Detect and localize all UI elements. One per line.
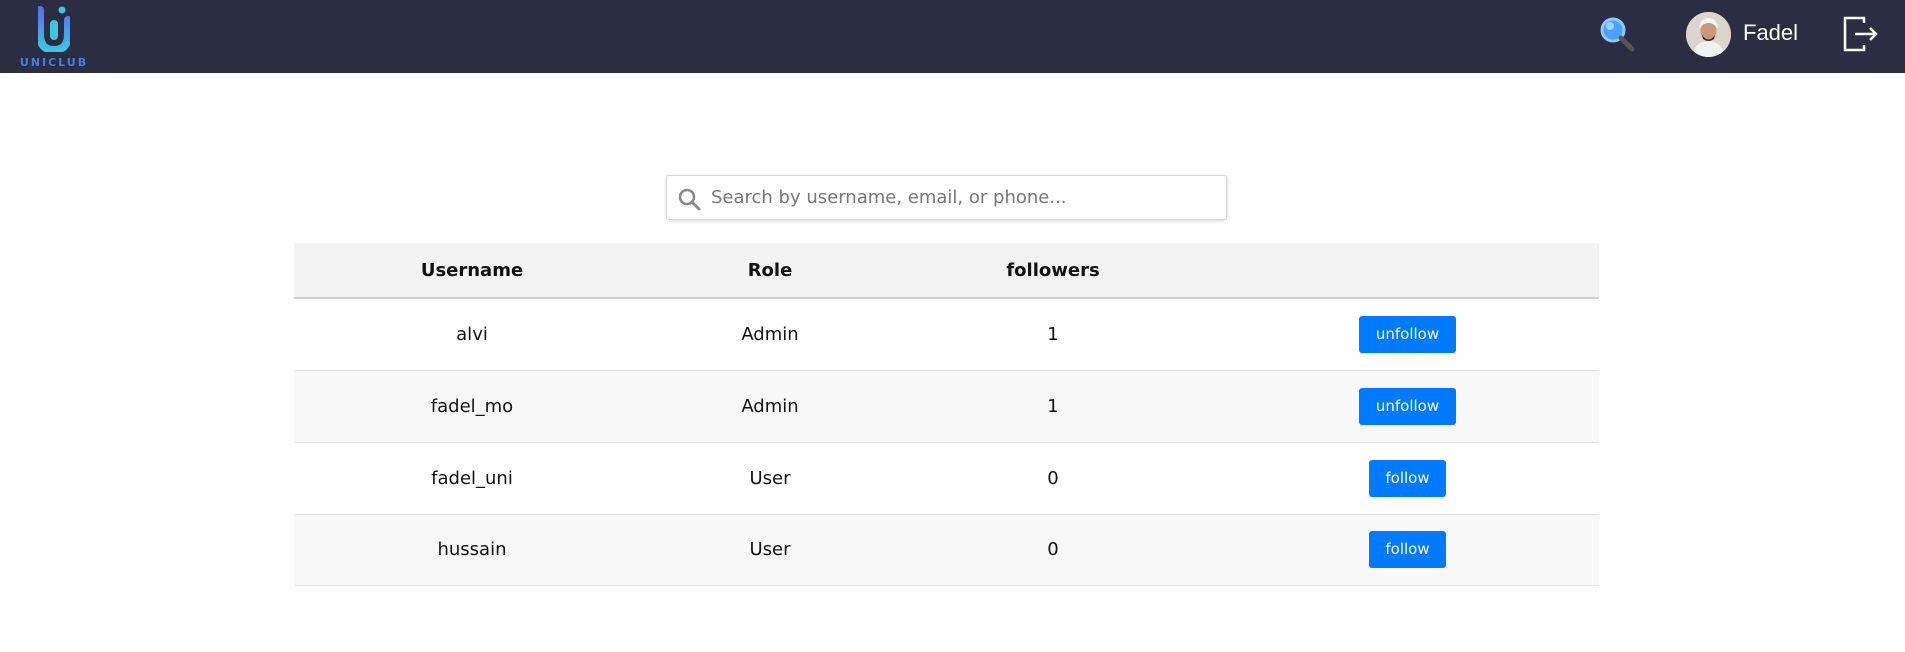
unfollow-button[interactable]: unfollow [1358, 315, 1457, 353]
search-icon [1600, 17, 1635, 52]
table-row: fadel_mo Admin 1 unfollow [294, 370, 1599, 443]
avatar-image [1686, 12, 1731, 57]
search-icon [678, 188, 701, 211]
uniclub-logo-icon [38, 6, 70, 52]
uniclub-logo[interactable]: UNICLUB [18, 0, 90, 73]
logout-button[interactable] [1842, 15, 1880, 53]
cell-role: Admin [650, 370, 890, 443]
cell-action: unfollow [1216, 298, 1599, 371]
cell-followers: 1 [890, 370, 1216, 443]
cell-role: User [650, 514, 890, 586]
header-followers[interactable]: followers [890, 243, 1216, 299]
table-header-row: Username Role followers [294, 243, 1599, 299]
table-row: alvi Admin 1 unfollow [294, 298, 1599, 371]
table-row: hussain User 0 follow [294, 514, 1599, 586]
nav-search-button[interactable] [1597, 14, 1637, 54]
cell-action: follow [1216, 442, 1599, 515]
cell-username: fadel_mo [294, 370, 650, 443]
header-action [1216, 243, 1599, 299]
table-row: fadel_uni User 0 follow [294, 442, 1599, 515]
current-user-name[interactable]: Fadel [1743, 20, 1798, 46]
cell-username: fadel_uni [294, 442, 650, 515]
cell-role: Admin [650, 298, 890, 371]
header-username[interactable]: Username [294, 243, 650, 299]
user-search-box [666, 175, 1227, 220]
cell-followers: 1 [890, 298, 1216, 371]
cell-action: unfollow [1216, 370, 1599, 443]
cell-role: User [650, 442, 890, 515]
top-navbar: UNICLUB Fadel [0, 0, 1905, 73]
cell-followers: 0 [890, 442, 1216, 515]
unfollow-button[interactable]: unfollow [1358, 387, 1457, 425]
cell-action: follow [1216, 514, 1599, 586]
cell-followers: 0 [890, 514, 1216, 586]
user-avatar[interactable] [1686, 12, 1731, 57]
logout-icon [1843, 16, 1878, 52]
cell-username: alvi [294, 298, 650, 371]
follow-button[interactable]: follow [1369, 531, 1446, 568]
cell-username: hussain [294, 514, 650, 586]
follow-button[interactable]: follow [1369, 459, 1446, 497]
users-table: Username Role followers alvi Admin 1 unf… [294, 243, 1599, 586]
header-role[interactable]: Role [650, 243, 890, 299]
brand-name: UNICLUB [19, 56, 89, 69]
search-input[interactable] [711, 176, 1216, 219]
